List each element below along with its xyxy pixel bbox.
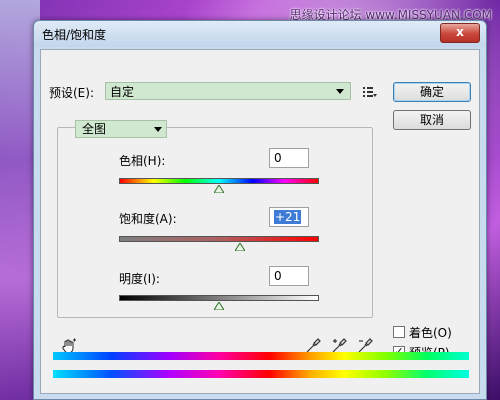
- preset-dropdown[interactable]: 自定: [105, 82, 351, 100]
- preset-options-icon[interactable]: [363, 86, 377, 98]
- ok-button[interactable]: 确定: [393, 82, 471, 102]
- dialog-title: 色相/饱和度: [42, 28, 107, 42]
- colorize-checkbox[interactable]: [393, 326, 405, 338]
- saturation-label: 饱和度(A):: [119, 212, 177, 226]
- colorize-label: 着色(O): [409, 326, 452, 340]
- dialog-body: 预设(E): 自定 确定 取消 全图 色相(H): 0 饱和度(A): +21 …: [40, 49, 480, 394]
- saturation-value: +21: [274, 210, 302, 224]
- channel-dropdown[interactable]: 全图: [75, 120, 167, 138]
- cancel-button[interactable]: 取消: [393, 110, 471, 130]
- hue-slider-track[interactable]: [119, 178, 319, 184]
- chevron-down-icon: [336, 89, 344, 94]
- preset-label: 预设(E):: [49, 86, 94, 100]
- adjustment-group: [57, 127, 373, 318]
- lightness-label: 明度(I):: [119, 272, 160, 286]
- hue-label: 色相(H):: [119, 154, 166, 168]
- title-bar[interactable]: 色相/饱和度 x: [34, 21, 486, 47]
- channel-value: 全图: [82, 122, 107, 136]
- hue-slider-thumb[interactable]: [214, 185, 224, 193]
- lightness-slider-thumb[interactable]: [214, 302, 224, 310]
- output-color-bar: [53, 370, 469, 378]
- close-button[interactable]: x: [440, 23, 480, 43]
- lightness-input[interactable]: 0: [269, 266, 309, 286]
- hue-input[interactable]: 0: [269, 148, 309, 168]
- saturation-slider-thumb[interactable]: [235, 243, 245, 251]
- hue-value: 0: [274, 151, 282, 165]
- saturation-slider-track[interactable]: [119, 236, 319, 242]
- input-color-bar: [53, 352, 469, 360]
- lightness-value: 0: [274, 269, 282, 283]
- preset-value: 自定: [110, 85, 135, 99]
- saturation-input[interactable]: +21: [269, 207, 309, 227]
- hue-saturation-dialog: 色相/饱和度 x 预设(E): 自定 确定 取消 全图 色相(H): 0 饱和度…: [33, 20, 487, 400]
- lightness-slider-track[interactable]: [119, 295, 319, 301]
- chevron-down-icon: [154, 127, 162, 132]
